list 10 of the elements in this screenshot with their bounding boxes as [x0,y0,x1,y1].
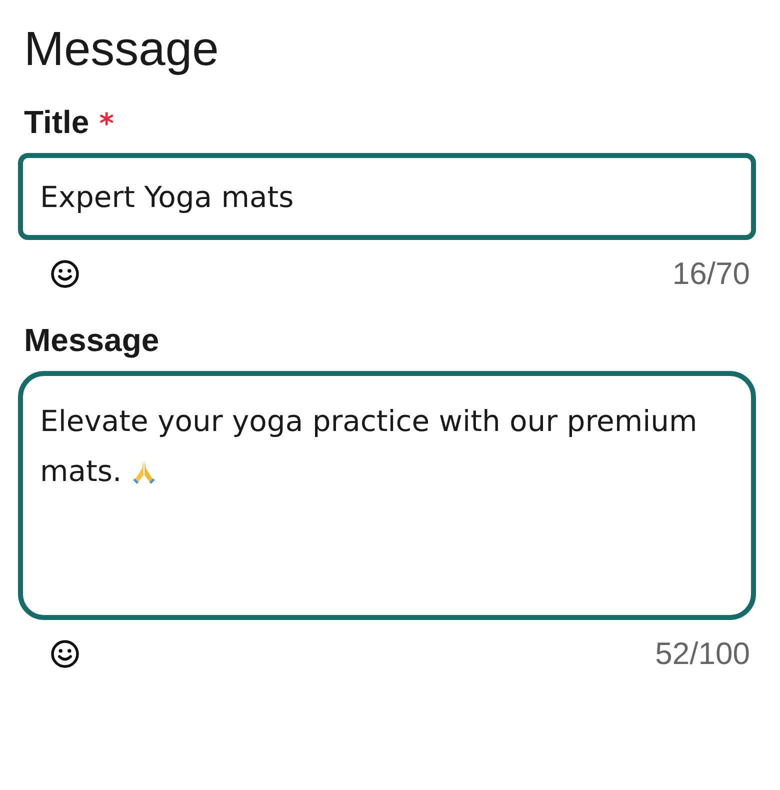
emoji-icon[interactable] [50,259,80,289]
page-heading: Message [24,22,220,78]
title-input[interactable]: Expert Yoga mats [18,153,756,240]
field-label: Title [24,104,90,141]
message-textarea[interactable]: Elevate your yoga practice with our premium mats. [18,371,756,620]
character-counter: 16/70 [672,256,750,292]
emoji-icon[interactable] [50,639,80,669]
character-counter: 52/100 [655,636,750,672]
field-label: Message [24,322,160,359]
required-mark: * [99,107,114,140]
